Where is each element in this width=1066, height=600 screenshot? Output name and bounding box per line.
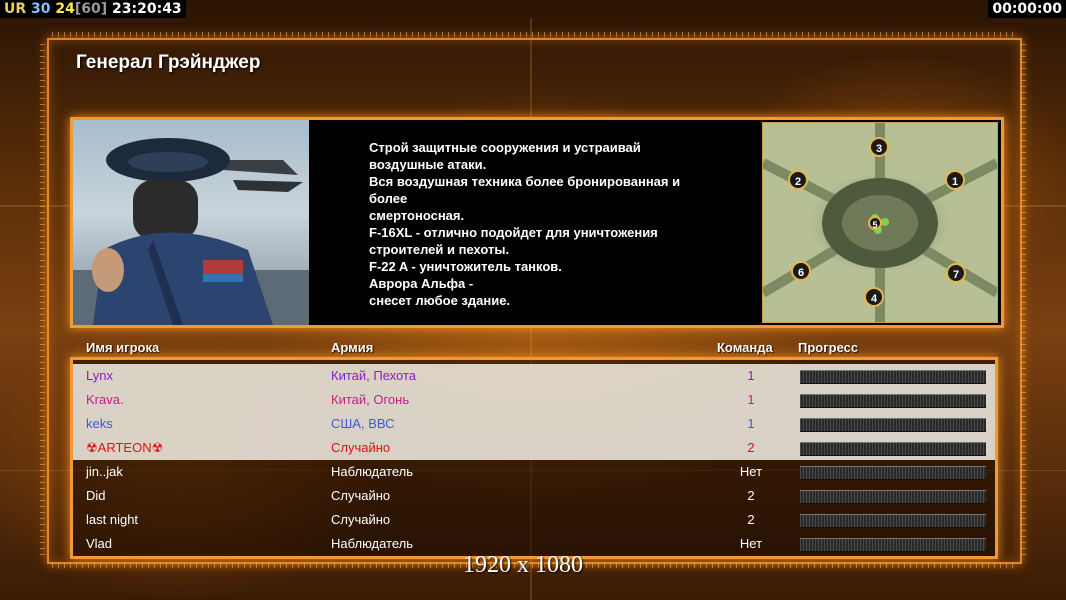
general-portrait-image	[73, 138, 309, 325]
player-team[interactable]: 2	[723, 508, 779, 532]
player-row[interactable]: Lynx Китай, Пехота 1	[73, 364, 995, 388]
start-spot-2[interactable]: 2	[788, 170, 808, 190]
player-row[interactable]: ☢ARTEON☢ Случайно 2	[73, 436, 995, 460]
player-team[interactable]: 1	[723, 388, 779, 412]
general-description: Строй защитные сооружения и устраивай во…	[369, 140, 681, 308]
start-spot-4[interactable]: 4	[864, 287, 884, 307]
frame-value: 24	[55, 1, 75, 17]
player-army[interactable]: Китай, Пехота	[331, 364, 416, 388]
player-team[interactable]: 1	[723, 364, 779, 388]
player-list: Lynx Китай, Пехота 1 Krava. Китай, Огонь 1 kek…	[70, 357, 998, 559]
start-spot-3[interactable]: 3	[869, 137, 889, 157]
player-team[interactable]: 2	[723, 484, 779, 508]
start-spot-7[interactable]: 7	[946, 263, 966, 283]
player-progress-bar	[800, 466, 986, 480]
player-row[interactable]: Did Случайно 2	[73, 484, 995, 508]
start-spot-5[interactable]: 5	[868, 216, 882, 230]
player-progress-bar	[800, 418, 986, 432]
player-progress-bar	[800, 394, 986, 408]
header-team: Команда	[717, 340, 773, 355]
player-team[interactable]: 2	[723, 436, 779, 460]
hud-stats: UR 30 24[60] 23:20:43	[0, 0, 186, 18]
resolution-label: 1920 x 1080	[463, 552, 583, 578]
player-name: jin..jak	[86, 464, 123, 479]
frame-cap: [60]	[74, 1, 108, 17]
player-row[interactable]: jin..jak Наблюдатель Нет	[73, 460, 995, 484]
left-ruler	[40, 44, 45, 556]
player-army[interactable]: Наблюдатель	[331, 532, 413, 556]
general-title: Генерал Грэйнджер	[76, 52, 261, 73]
header-player-name: Имя игрока	[86, 340, 160, 355]
general-info-panel: Строй защитные сооружения и устраивай во…	[70, 117, 1004, 328]
player-progress-bar	[800, 442, 986, 456]
general-portrait	[73, 120, 309, 325]
player-army[interactable]: Случайно	[331, 436, 390, 460]
player-row[interactable]: Krava. Китай, Огонь 1	[73, 388, 995, 412]
header-progress: Прогресс	[798, 340, 859, 355]
start-spot-1[interactable]: 1	[945, 170, 965, 190]
start-spot-6[interactable]: 6	[791, 261, 811, 281]
player-name: Lynx	[86, 368, 113, 383]
player-team[interactable]: Нет	[723, 532, 779, 556]
player-name: keks	[86, 416, 113, 431]
player-row[interactable]: last night Случайно 2	[73, 508, 995, 532]
player-name: ☢ARTEON☢	[86, 440, 164, 455]
player-name: Krava.	[86, 392, 124, 407]
minimap: 1 2 3 4 5 6 7	[762, 122, 998, 323]
player-army[interactable]: Случайно	[331, 484, 390, 508]
player-team[interactable]: 1	[723, 412, 779, 436]
player-progress-bar	[800, 514, 986, 528]
player-progress-bar	[800, 538, 986, 552]
player-army[interactable]: Случайно	[331, 508, 390, 532]
player-army[interactable]: Китай, Огонь	[331, 388, 409, 412]
player-row[interactable]: keks США, ВВС 1	[73, 412, 995, 436]
player-army[interactable]: Наблюдатель	[331, 460, 413, 484]
player-name: last night	[86, 512, 139, 527]
player-table-header: Имя игрока Армия Команда Прогресс	[0, 340, 1066, 358]
fps-value: 30	[31, 1, 51, 17]
player-name: Did	[86, 488, 106, 503]
player-name: Vlad	[86, 536, 113, 551]
player-progress-bar	[800, 490, 986, 504]
header-army: Армия	[331, 340, 374, 355]
ur-label: UR	[4, 1, 27, 17]
clock: 23:20:43	[112, 1, 182, 17]
player-army[interactable]: США, ВВС	[331, 412, 395, 436]
top-ruler	[52, 32, 1014, 37]
right-ruler	[1021, 44, 1026, 556]
player-progress-bar	[800, 370, 986, 384]
game-timer: 00:00:00	[988, 0, 1066, 18]
player-team[interactable]: Нет	[723, 460, 779, 484]
